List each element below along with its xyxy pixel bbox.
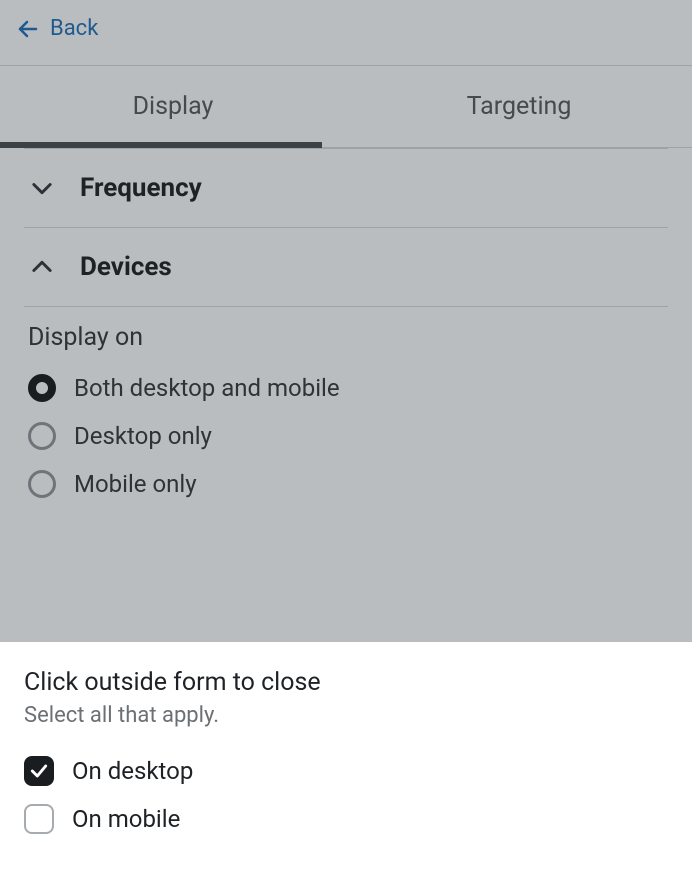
radio-both[interactable]: Both desktop and mobile (28, 374, 664, 402)
radio-mobile-label: Mobile only (74, 470, 197, 498)
close-form-options: On desktop On mobile (24, 756, 668, 834)
radio-icon (28, 422, 56, 450)
tab-display[interactable]: Display (0, 66, 346, 147)
chevron-down-icon (28, 174, 56, 202)
back-label: Back (50, 16, 98, 41)
radio-desktop-label: Desktop only (74, 422, 212, 450)
checkbox-checked-icon (24, 756, 54, 786)
display-on-label: Display on (28, 323, 664, 352)
close-form-title: Click outside form to close (24, 668, 668, 697)
devices-panel: Display on Both desktop and mobile Deskt… (24, 307, 668, 530)
section-frequency-toggle[interactable]: Frequency (24, 148, 668, 228)
close-form-panel: Click outside form to close Select all t… (0, 642, 692, 894)
checkbox-on-mobile[interactable]: On mobile (24, 804, 668, 834)
chevron-up-icon (28, 253, 56, 281)
checkbox-mobile-label: On mobile (72, 805, 180, 833)
section-devices-toggle[interactable]: Devices (24, 228, 668, 307)
radio-mobile-only[interactable]: Mobile only (28, 470, 664, 498)
close-form-subtitle: Select all that apply. (24, 703, 668, 728)
tab-display-label: Display (133, 92, 214, 121)
checkbox-unchecked-icon (24, 804, 54, 834)
frequency-title: Frequency (80, 173, 202, 203)
radio-icon (28, 470, 56, 498)
radio-desktop-only[interactable]: Desktop only (28, 422, 664, 450)
tab-targeting[interactable]: Targeting (346, 66, 692, 147)
tab-bar: Display Targeting (0, 65, 692, 148)
devices-title: Devices (80, 252, 172, 282)
back-button[interactable]: Back (0, 0, 692, 65)
arrow-left-icon (16, 17, 40, 41)
display-on-radio-group: Both desktop and mobile Desktop only Mob… (28, 374, 664, 498)
radio-icon (28, 374, 56, 402)
checkbox-desktop-label: On desktop (72, 757, 193, 785)
radio-both-label: Both desktop and mobile (74, 374, 340, 402)
tab-targeting-label: Targeting (467, 92, 572, 121)
checkbox-on-desktop[interactable]: On desktop (24, 756, 668, 786)
